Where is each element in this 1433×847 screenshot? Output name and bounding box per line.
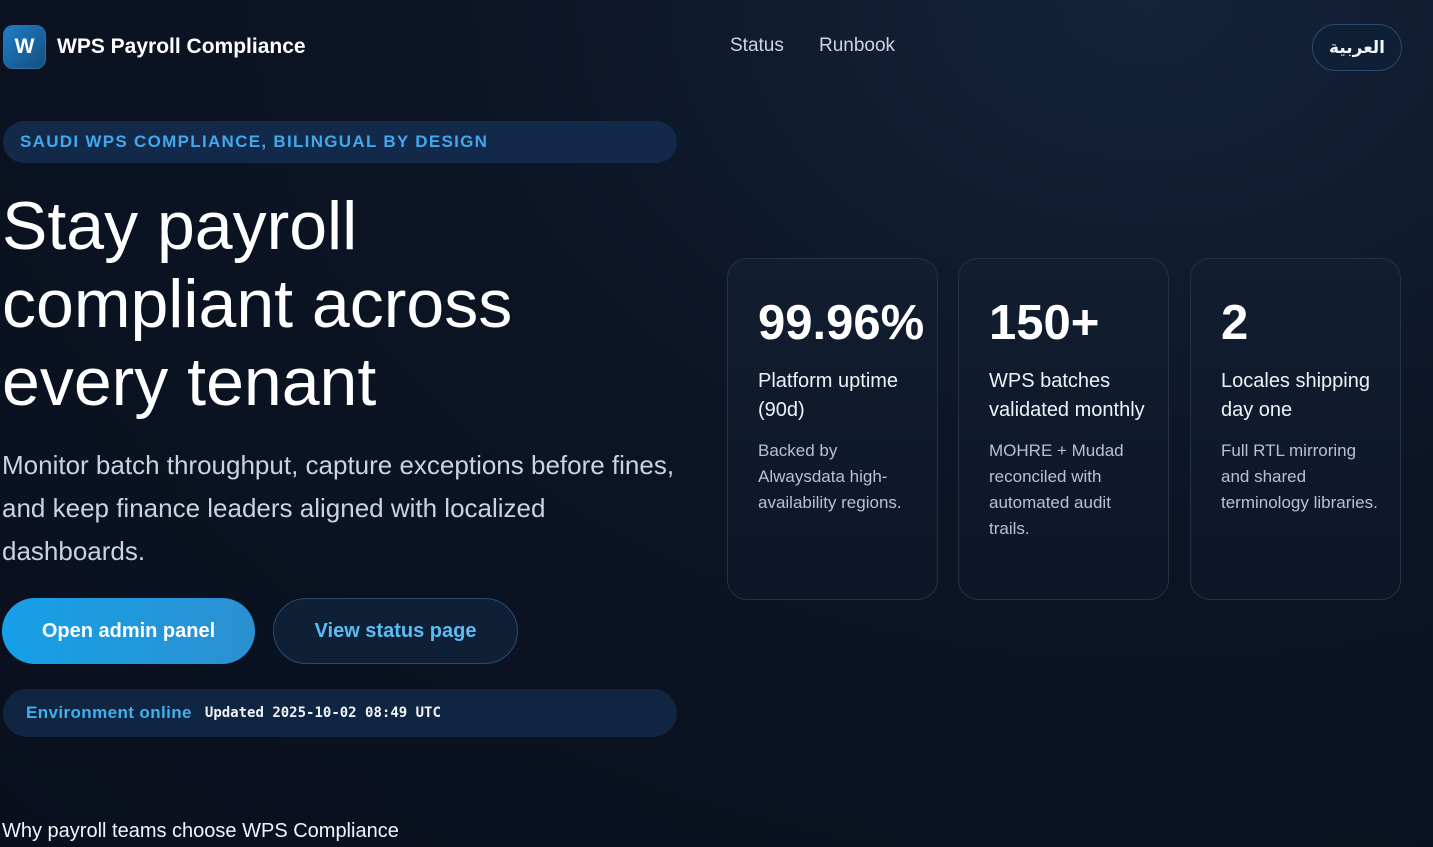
nav-link-status[interactable]: Status <box>730 35 784 57</box>
stat-value: 99.96% <box>758 296 925 350</box>
logo-icon[interactable]: W <box>3 25 46 69</box>
stat-card-uptime: 99.96% Platform uptime (90d) Backed by A… <box>727 258 938 600</box>
stat-label: WPS batches validated monthly <box>989 370 1145 421</box>
language-toggle-button[interactable]: العربية <box>1312 24 1402 71</box>
features-section-heading: Why payroll teams choose WPS Compliance <box>2 820 399 842</box>
stat-card-locales: 2 Locales shipping day one Full RTL mirr… <box>1190 258 1401 600</box>
view-status-page-button[interactable]: View status page <box>273 598 518 664</box>
stat-description: MOHRE + Mudad reconciled with automated … <box>989 441 1124 538</box>
last-updated-timestamp: Updated 2025-10-02 08:49 UTC <box>204 705 441 721</box>
stat-card-batches: 150+ WPS batches validated monthly MOHRE… <box>958 258 1169 600</box>
hero-title: Stay payroll compliant across every tena… <box>2 187 702 421</box>
stat-description: Full RTL mirroring and shared terminolog… <box>1221 441 1378 512</box>
stat-label: Locales shipping day one <box>1221 370 1370 421</box>
site-header: W WPS Payroll Compliance Status Runbook … <box>0 0 1433 95</box>
hero-subtitle: Monitor batch throughput, capture except… <box>2 450 675 566</box>
nav-link-runbook[interactable]: Runbook <box>819 35 895 57</box>
environment-status-bar: Environment online Updated 2025-10-02 08… <box>3 689 677 737</box>
hero-eyebrow-badge: SAUDI WPS COMPLIANCE, BILINGUAL BY DESIG… <box>3 121 677 163</box>
brand-name[interactable]: WPS Payroll Compliance <box>57 35 306 59</box>
hero-title-line-1: Stay payroll <box>2 188 358 264</box>
hero-title-line-3: every tenant <box>2 344 377 420</box>
open-admin-panel-button[interactable]: Open admin panel <box>2 598 255 664</box>
stat-description: Backed by Alwaysdata high-availability r… <box>758 441 902 512</box>
stat-value: 150+ <box>989 296 1100 350</box>
hero-title-line-2: compliant across <box>2 266 513 342</box>
stat-label: Platform uptime (90d) <box>758 370 899 421</box>
stat-value: 2 <box>1221 296 1249 350</box>
environment-status: Environment online <box>26 703 192 722</box>
